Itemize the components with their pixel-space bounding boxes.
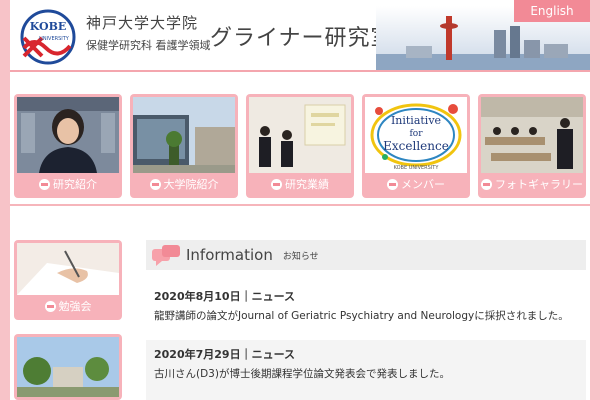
logo-text-bottom: UNIVERSITY [39,36,70,42]
site-header: KOBE UNIVERSITY 神戸大学大学院 保健学研究科 看護学領域 グライ… [10,0,590,72]
news-item[interactable]: 2020年7月29日｜ニュース 古川さん(D3)が博士後期課程学位論文発表会で発… [146,340,586,400]
news-date: 2020年7月29日｜ニュース [154,348,296,361]
emblem-line1: Initiative [391,114,441,127]
emblem-line2: for [409,129,423,139]
classroom-photo [481,97,583,173]
information-header: Information お知らせ [146,240,586,270]
side-tile-campus[interactable] [14,334,122,400]
information-subtitle: お知らせ [282,251,319,262]
news-item[interactable]: 2020年8月10日｜ニュース 龍野講師の論文がJournal of Geria… [146,282,586,329]
logo-text-top: KOBE [30,20,67,33]
campus-building-photo [133,97,235,173]
department-name: 保健学研究科 看護学領域 [86,39,211,52]
nav-label: 大学院紹介 [133,173,235,195]
emblem-caption: KOBE UNIVERSITY [394,165,440,171]
nav-label: 研究紹介 [17,173,119,195]
university-name: 神戸大学大学院 [86,14,199,32]
nav-tile-members[interactable]: Initiative for Excellence KOBE UNIVERSIT… [362,94,470,198]
presentation-photo [249,97,351,173]
kobe-university-logo[interactable]: KOBE UNIVERSITY [16,8,78,66]
nav-tile-achievements[interactable]: 研究業績 [246,94,354,198]
emblem-line3: Excellence [383,139,449,153]
lab-title[interactable]: グライナー研究室 [210,20,394,52]
news-text: 龍野講師の論文がJournal of Geriatric Psychiatry … [154,310,569,322]
information-title: Information [186,246,273,264]
side-tile-study-group[interactable]: 勉強会 [14,240,122,320]
main-navigation: 研究紹介 大学院紹介 研究業績 Initiative for Excellenc… [10,90,590,206]
news-text: 古川さん(D3)が博士後期課程学位論文発表会で発表しました。 [154,368,450,380]
nav-tile-gallery[interactable]: フォトギャラリー [478,94,586,198]
writing-hand-photo [17,243,119,295]
nav-label: 研究業績 [249,173,351,195]
excellence-emblem: Initiative for Excellence KOBE UNIVERSIT… [365,97,467,173]
nav-label: メンバー [365,173,467,195]
speech-bubbles-icon [152,243,182,267]
news-date: 2020年8月10日｜ニュース [154,290,296,303]
english-button[interactable]: English [514,0,590,22]
professor-photo [17,97,119,173]
nav-label: フォトギャラリー [481,173,583,195]
nav-label: 勉強会 [17,295,119,317]
campus-gate-photo [17,337,119,397]
nav-tile-graduate[interactable]: 大学院紹介 [130,94,238,198]
page: KOBE UNIVERSITY 神戸大学大学院 保健学研究科 看護学領域 グライ… [10,0,590,400]
nav-tile-research[interactable]: 研究紹介 [14,94,122,198]
